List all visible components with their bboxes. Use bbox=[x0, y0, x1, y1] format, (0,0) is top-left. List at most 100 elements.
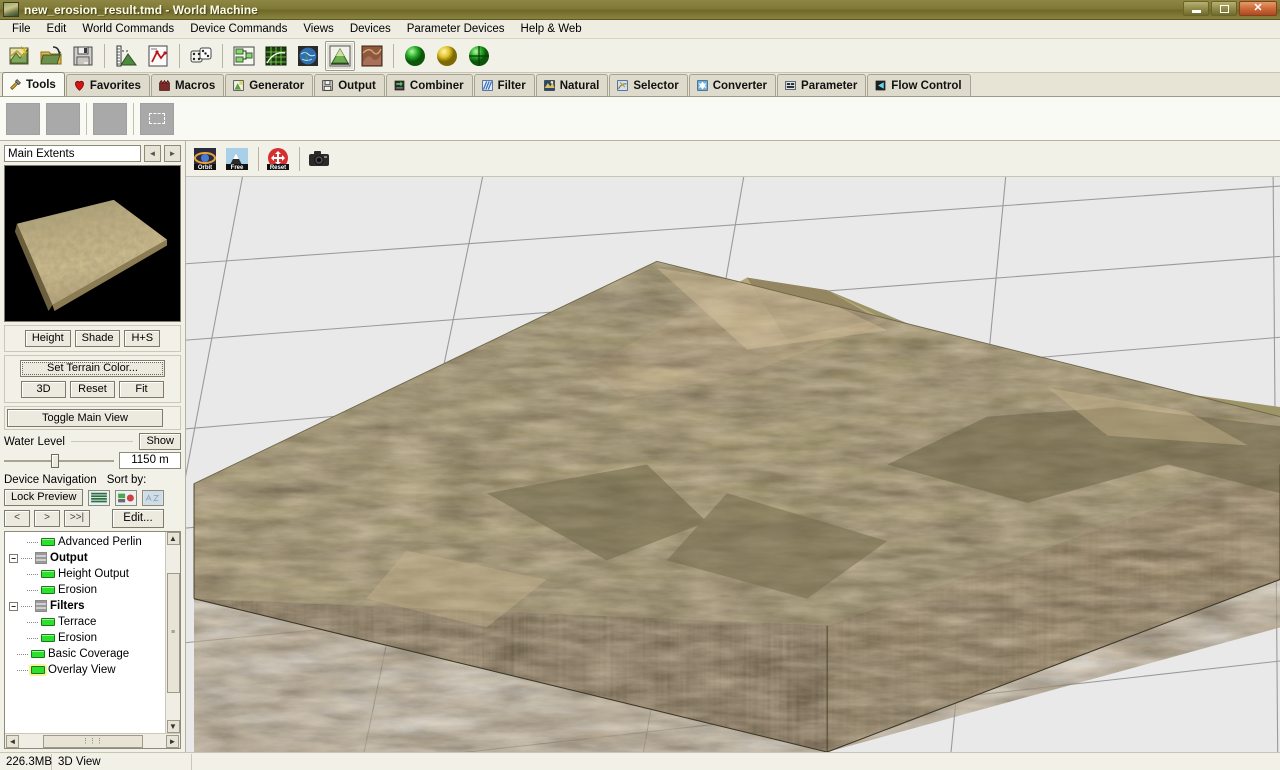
palette-slot-2[interactable] bbox=[46, 102, 80, 135]
tree-item-label: Filters bbox=[50, 600, 85, 612]
nav-next-button[interactable]: > bbox=[34, 510, 60, 527]
layout-view-button[interactable] bbox=[261, 41, 291, 71]
menu-devices[interactable]: Devices bbox=[342, 21, 399, 37]
world-extents-button[interactable] bbox=[111, 41, 141, 71]
tab-label: Flow Control bbox=[891, 79, 962, 92]
randomize-button[interactable] bbox=[186, 41, 216, 71]
build-world-button[interactable] bbox=[400, 41, 430, 71]
palette-slot-3[interactable] bbox=[93, 102, 127, 135]
close-button[interactable]: ✕ bbox=[1239, 1, 1277, 16]
device-workspace-button[interactable] bbox=[229, 41, 259, 71]
extents-name-field[interactable]: Main Extents bbox=[4, 145, 141, 162]
tab-converter[interactable]: Converter bbox=[688, 74, 777, 96]
3d-view-button[interactable] bbox=[325, 40, 355, 71]
palette-slot-marquee[interactable] bbox=[140, 102, 174, 135]
menu-device-commands[interactable]: Device Commands bbox=[182, 21, 295, 37]
tab-combiner[interactable]: Combiner bbox=[385, 74, 473, 96]
water-level-value[interactable]: 1150 m bbox=[119, 452, 181, 469]
tab-natural[interactable]: Natural bbox=[535, 74, 609, 96]
terrain-preview[interactable] bbox=[4, 165, 181, 322]
device-navigation-title: Device Navigation bbox=[4, 474, 97, 486]
horizontal-scroll-thumb[interactable]: ⋮⋮⋮ bbox=[42, 734, 143, 748]
device-tree[interactable]: Advanced Perlin − Output Height Output E… bbox=[5, 532, 165, 733]
scroll-up-icon[interactable]: ▲ bbox=[166, 532, 180, 545]
tree-group-output[interactable]: − Output bbox=[7, 550, 165, 566]
collapse-icon[interactable]: − bbox=[9, 553, 18, 563]
new-world-button[interactable] bbox=[4, 41, 34, 71]
menu-views[interactable]: Views bbox=[295, 21, 341, 37]
nav-previous-button[interactable]: < bbox=[4, 510, 30, 527]
device-tree-inner: Advanced Perlin − Output Height Output E… bbox=[5, 532, 180, 733]
tree-item-label: Output bbox=[50, 552, 88, 564]
menu-edit[interactable]: Edit bbox=[39, 21, 75, 37]
tree-item-height-output[interactable]: Height Output bbox=[7, 566, 165, 582]
collapse-icon[interactable]: − bbox=[9, 601, 18, 611]
height-button[interactable]: Height bbox=[24, 330, 71, 347]
project-settings-button[interactable] bbox=[143, 41, 173, 71]
3d-terrain-view[interactable] bbox=[186, 177, 1280, 752]
tree-item-erosion-filter[interactable]: Erosion bbox=[7, 630, 165, 646]
tab-generator[interactable]: Generator bbox=[225, 74, 314, 96]
minimize-button[interactable] bbox=[1183, 1, 1209, 16]
tree-connector bbox=[27, 573, 38, 575]
edit-device-button[interactable]: Edit... bbox=[112, 509, 164, 528]
open-world-button[interactable] bbox=[36, 41, 66, 71]
tree-group-filters[interactable]: − Filters bbox=[7, 598, 165, 614]
tab-selector[interactable]: Selector bbox=[609, 74, 688, 96]
svg-text:Free: Free bbox=[231, 165, 244, 171]
scroll-right-icon[interactable]: ► bbox=[166, 734, 179, 748]
water-show-button[interactable]: Show bbox=[139, 433, 181, 450]
toggle-main-view-button[interactable]: Toggle Main View bbox=[7, 409, 163, 427]
tree-item-terrace[interactable]: Terrace bbox=[7, 614, 165, 630]
tree-item-erosion-output[interactable]: Erosion bbox=[7, 582, 165, 598]
palette-slot-1[interactable] bbox=[6, 102, 40, 135]
menu-parameter-devices[interactable]: Parameter Devices bbox=[399, 21, 513, 37]
tiled-build-button[interactable] bbox=[464, 41, 494, 71]
scroll-down-icon[interactable]: ▼ bbox=[166, 720, 180, 733]
tab-favorites[interactable]: Favorites bbox=[65, 74, 150, 96]
window-controls: ✕ bbox=[1183, 1, 1277, 16]
tab-flow-control[interactable]: Flow Control bbox=[867, 74, 971, 96]
tab-filter[interactable]: Filter bbox=[473, 74, 535, 96]
menu-file[interactable]: File bbox=[4, 21, 39, 37]
height-shade-button[interactable]: H+S bbox=[124, 330, 161, 347]
camera-snapshot-button[interactable] bbox=[304, 144, 334, 174]
fit-view-button[interactable]: Fit bbox=[119, 381, 164, 398]
tree-item-basic-coverage[interactable]: Basic Coverage bbox=[7, 646, 165, 662]
water-level-slider[interactable] bbox=[4, 453, 114, 468]
texture-view-button[interactable] bbox=[357, 41, 387, 71]
tab-macros[interactable]: Macros bbox=[150, 74, 225, 96]
tree-item-overlay-view[interactable]: Overlay View bbox=[7, 662, 165, 678]
device-nav-buttons: < > >>| Edit... bbox=[4, 509, 181, 528]
reset-camera-button[interactable]: Reset bbox=[263, 144, 293, 174]
vertical-scroll-thumb[interactable]: ≡ bbox=[166, 572, 180, 693]
sort-name-icon[interactable] bbox=[142, 489, 165, 506]
orbit-camera-button[interactable]: Orbit bbox=[190, 144, 220, 174]
build-preview-button[interactable] bbox=[432, 41, 462, 71]
world-explorer-button[interactable] bbox=[293, 41, 323, 71]
tree-item-advanced-perlin[interactable]: Advanced Perlin bbox=[7, 534, 165, 550]
extents-next-button[interactable]: ► bbox=[164, 145, 181, 162]
3d-toggle-button[interactable]: 3D bbox=[21, 381, 66, 398]
sort-list-icon[interactable] bbox=[88, 489, 111, 506]
menu-world-commands[interactable]: World Commands bbox=[74, 21, 182, 37]
tab-parameter[interactable]: Parameter bbox=[777, 74, 867, 96]
tree-vertical-scrollbar[interactable]: ▲ ≡ ▼ bbox=[165, 532, 180, 733]
set-terrain-color-button[interactable]: Set Terrain Color... bbox=[20, 360, 165, 377]
tab-output[interactable]: Output bbox=[314, 74, 385, 96]
scroll-left-icon[interactable]: ◄ bbox=[6, 734, 19, 748]
tab-tools[interactable]: Tools bbox=[2, 72, 65, 96]
shade-button[interactable]: Shade bbox=[74, 330, 121, 347]
free-camera-button[interactable]: Free bbox=[222, 144, 252, 174]
save-world-button[interactable] bbox=[68, 41, 98, 71]
menu-help-web[interactable]: Help & Web bbox=[513, 21, 590, 37]
lock-preview-button[interactable]: Lock Preview bbox=[4, 489, 84, 506]
tree-horizontal-scrollbar[interactable]: ◄ ⋮⋮⋮ ► bbox=[5, 733, 180, 748]
maximize-button[interactable] bbox=[1211, 1, 1237, 16]
extents-prev-button[interactable]: ◄ bbox=[144, 145, 161, 162]
reset-view-button[interactable]: Reset bbox=[70, 381, 115, 398]
slider-thumb[interactable] bbox=[51, 453, 60, 468]
device-navigation-header: Device Navigation Sort by: bbox=[4, 474, 181, 486]
sort-type-icon[interactable] bbox=[115, 489, 138, 506]
nav-last-button[interactable]: >>| bbox=[64, 510, 90, 527]
